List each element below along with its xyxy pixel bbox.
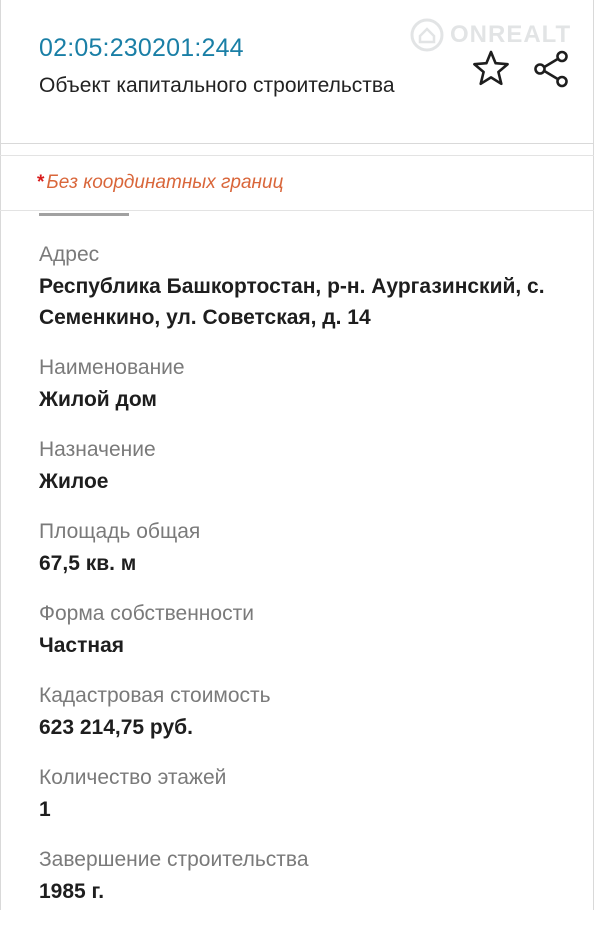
field-value: Жилой дом: [39, 388, 157, 411]
object-details: Адрес Республика Башкортостан, р-н. Аург…: [39, 240, 579, 927]
field-label: Количество этажей: [39, 766, 227, 789]
watermark-text: ONREALT: [450, 21, 572, 48]
required-marker: *: [37, 172, 45, 193]
field-value: Республика Башкортостан, р-н. Аургазинск…: [39, 275, 545, 329]
object-header: ONREALT 02:05:230201:244 Объект капиталь…: [0, 0, 594, 144]
field-label: Назначение: [39, 438, 156, 461]
field-value: Жилое: [39, 470, 109, 493]
field-label: Площадь общая: [39, 520, 201, 543]
field-area: Площадь общая 67,5 кв. м: [39, 517, 579, 579]
notice-label: Без координатных границ: [46, 172, 284, 193]
cadastral-number-link[interactable]: 02:05:230201:244: [39, 34, 244, 63]
share-button[interactable]: [530, 48, 572, 90]
object-type: Объект капитального строительства: [39, 74, 395, 97]
field-value: 67,5 кв. м: [39, 552, 137, 575]
field-name: Наименование Жилой дом: [39, 353, 579, 415]
field-completion-year: Завершение строительства 1985 г.: [39, 845, 579, 907]
field-ownership: Форма собственности Частная: [39, 599, 579, 661]
field-value: Частная: [39, 634, 125, 657]
field-label: Форма собственности: [39, 602, 254, 625]
field-purpose: Назначение Жилое: [39, 435, 579, 497]
field-label: Завершение строительства: [39, 848, 309, 871]
field-value: 1985 г.: [39, 880, 105, 903]
clipped-previous-field: [39, 199, 159, 217]
house-logo-icon: [410, 18, 444, 52]
field-value: 1: [39, 798, 51, 821]
field-value: 623 214,75 руб.: [39, 716, 193, 739]
field-label: Наименование: [39, 356, 185, 379]
field-label: Адрес: [39, 243, 100, 266]
star-outline-icon: [473, 50, 509, 86]
field-cadastral-value: Кадастровая стоимость 623 214,75 руб.: [39, 681, 579, 743]
watermark: ONREALT: [410, 18, 571, 52]
favorite-button[interactable]: [470, 48, 512, 90]
field-floors: Количество этажей 1: [39, 763, 579, 825]
field-address: Адрес Республика Башкортостан, р-н. Аург…: [39, 240, 579, 333]
notice-text: * Без координатных границ: [37, 172, 283, 194]
field-label: Кадастровая стоимость: [39, 684, 271, 707]
share-icon: [534, 50, 568, 88]
